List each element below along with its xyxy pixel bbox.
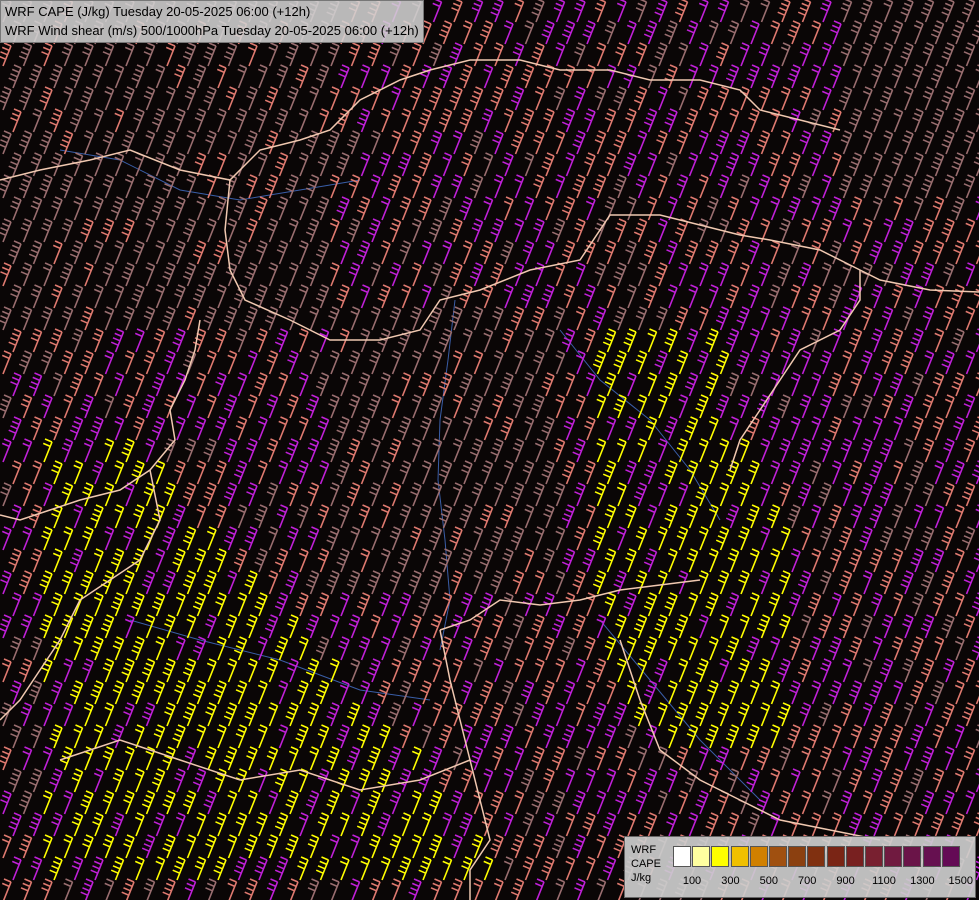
map-background (0, 0, 979, 900)
legend-tick-label: 700 (798, 875, 817, 887)
legend-swatch (941, 846, 960, 867)
legend-swatch (749, 846, 768, 867)
legend-swatch (673, 846, 691, 867)
wind-shear-title: WRF Wind shear (m/s) 500/1000hPa Tuesday… (5, 23, 419, 38)
legend-tick-label: 1300 (910, 875, 935, 887)
legend-swatch (788, 846, 807, 867)
legend-swatch (903, 846, 922, 867)
map-title-box: WRF CAPE (J/kg) Tuesday 20-05-2025 06:00… (0, 0, 424, 43)
legend-name-line: CAPE (631, 858, 661, 870)
legend-tick-label: 100 (682, 875, 702, 887)
legend-swatch (711, 846, 730, 867)
legend-tick-label: 500 (759, 875, 778, 887)
legend-tick-label: 1100 (872, 875, 896, 887)
legend-swatch (807, 846, 826, 867)
legend-name-line: J/kg (631, 872, 652, 884)
legend-swatch (769, 846, 787, 867)
legend-swatch (884, 846, 903, 867)
legend-swatch (826, 846, 845, 867)
cape-title: WRF CAPE (J/kg) Tuesday 20-05-2025 06:00… (5, 4, 311, 19)
legend-tick-label: 300 (721, 875, 740, 887)
legend-tick-label: 900 (836, 875, 855, 887)
legend-swatch (692, 846, 711, 867)
cape-legend: WRF CAPE J/kg 100 300 500 700 900 1100 1300 150… (624, 836, 976, 898)
forecast-map (0, 0, 979, 900)
legend-name-line: WRF (631, 844, 657, 856)
legend-swatch (845, 846, 864, 867)
legend-swatch (922, 846, 941, 867)
legend-tick-label: 1500 (948, 875, 974, 887)
legend-swatch (730, 846, 749, 867)
legend-swatch (865, 846, 883, 867)
